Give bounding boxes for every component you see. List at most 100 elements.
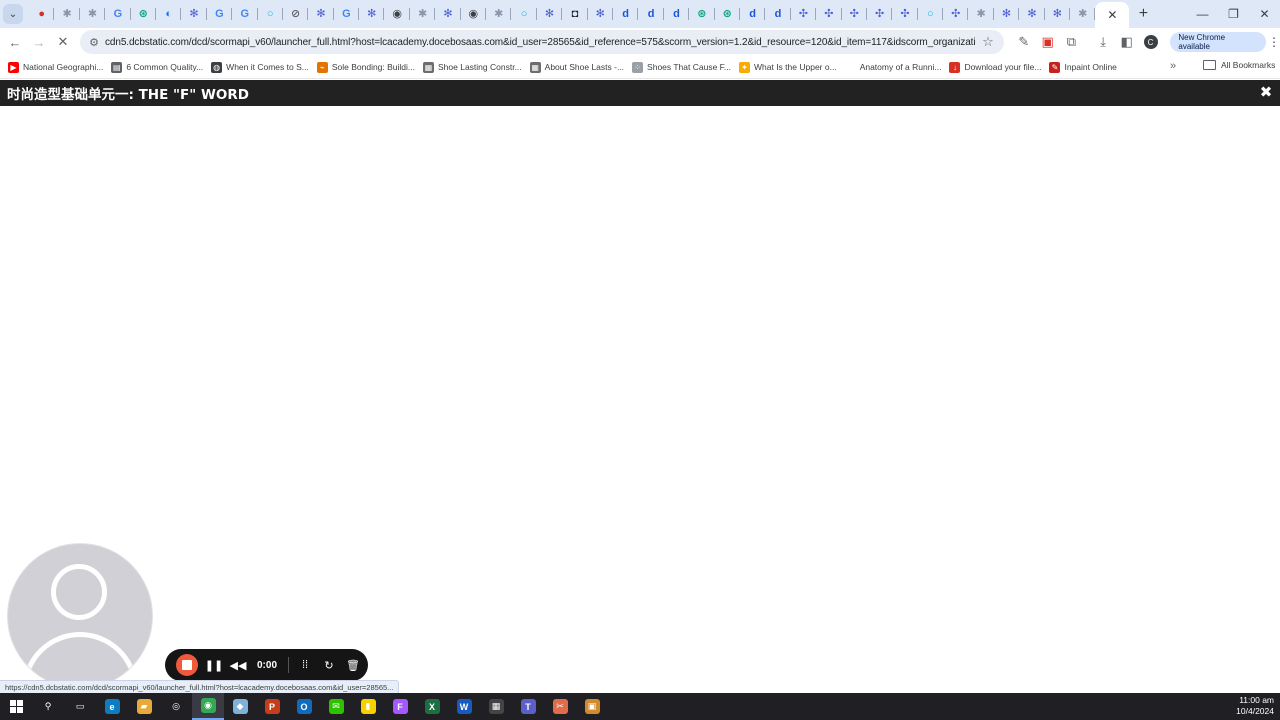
browser-tab[interactable]: ⊛ xyxy=(715,0,741,28)
all-bookmarks-button[interactable]: All Bookmarks xyxy=(1203,60,1275,70)
browser-tab[interactable]: ✣ xyxy=(842,0,868,28)
browser-tab[interactable]: G xyxy=(334,0,360,28)
stop-recording-button[interactable] xyxy=(176,654,198,676)
extensions-puzzle-icon[interactable]: ⧉ xyxy=(1059,30,1083,54)
active-tab[interactable]: ✕ xyxy=(1095,2,1130,28)
taskbar-app[interactable]: ◉ xyxy=(192,693,224,720)
new-tab-button[interactable]: + xyxy=(1129,5,1157,23)
taskbar-app[interactable]: e xyxy=(96,693,128,720)
browser-tab[interactable]: ✻ xyxy=(994,0,1020,28)
browser-tab[interactable]: d xyxy=(765,0,792,28)
browser-tab[interactable]: ○ xyxy=(258,0,284,28)
forward-button[interactable]: → xyxy=(27,30,51,54)
browser-tab[interactable]: ◐ xyxy=(156,0,182,28)
bookmark-item[interactable]: ▶ National Geographi... xyxy=(8,61,103,73)
browser-tab[interactable]: ✱ xyxy=(1070,0,1096,28)
browser-tab[interactable]: d xyxy=(740,0,766,28)
bookmark-star-icon[interactable]: ☆ xyxy=(976,34,1000,50)
taskbar-app[interactable]: ▭ xyxy=(64,693,96,720)
browser-tab[interactable]: G xyxy=(232,0,258,28)
restart-button[interactable]: ↻ xyxy=(317,653,341,677)
restore-button[interactable]: ❐ xyxy=(1218,0,1249,28)
taskbar-app[interactable]: ◆ xyxy=(224,693,256,720)
taskbar-app[interactable]: ▮ xyxy=(352,693,384,720)
browser-tab[interactable]: ◉ xyxy=(384,0,411,28)
profile-button[interactable]: C xyxy=(1139,30,1163,54)
taskbar-app[interactable]: ▦ xyxy=(480,693,512,720)
rewind-button[interactable]: ◀◀ xyxy=(226,653,250,677)
bookmark-item[interactable]: ↓ Download your file... xyxy=(949,61,1041,73)
browser-tab[interactable]: d xyxy=(638,0,665,28)
taskbar-app[interactable]: W xyxy=(448,693,480,720)
close-course-button[interactable]: ✖ xyxy=(1258,84,1274,101)
bookmark-item[interactable]: ◍ When it Comes to S... xyxy=(211,61,309,73)
extension-badge-icon[interactable]: ▣ xyxy=(1036,30,1060,54)
tab-search-button[interactable]: ⌄ xyxy=(3,4,23,24)
browser-tab[interactable]: ○ xyxy=(511,0,538,28)
bookmark-item[interactable]: ⁘ Shoes That Cause F... xyxy=(632,61,731,73)
back-button[interactable]: ← xyxy=(3,30,27,54)
webcam-preview[interactable] xyxy=(7,543,153,689)
browser-tab[interactable]: ⊘ xyxy=(283,0,309,28)
taskbar-app[interactable]: O xyxy=(288,693,320,720)
browser-tab[interactable]: ✱ xyxy=(968,0,995,28)
browser-tab[interactable]: ◉ xyxy=(461,0,487,28)
taskbar-app[interactable]: P xyxy=(256,693,288,720)
taskbar-app[interactable]: ⚲ xyxy=(32,693,64,720)
browser-tab[interactable]: ✱ xyxy=(54,0,81,28)
browser-tab[interactable]: ✻ xyxy=(537,0,563,28)
stop-loading-button[interactable]: ✕ xyxy=(51,30,75,54)
browser-tab[interactable]: ✱ xyxy=(410,0,436,28)
browser-tab[interactable]: ⊛ xyxy=(689,0,715,28)
bookmark-item[interactable]: Anatomy of a Runni... xyxy=(844,61,941,73)
bookmark-item[interactable]: ▤ 6 Common Quality... xyxy=(111,61,203,73)
bookmark-item[interactable]: ▦ Shoe Lasting Constr... xyxy=(423,61,522,73)
browser-tab[interactable]: ✻ xyxy=(1019,0,1046,28)
browser-tab[interactable]: ⊛ xyxy=(131,0,157,28)
browser-tab[interactable]: ✻ xyxy=(359,0,385,28)
taskbar-app[interactable]: ✉ xyxy=(320,693,352,720)
taskbar-app[interactable]: X xyxy=(416,693,448,720)
address-bar[interactable]: ⚙ cdn5.dcbstatic.com/dcd/scormapi_v60/la… xyxy=(80,30,1004,54)
taskbar-app[interactable]: ▣ xyxy=(576,693,608,720)
browser-tab[interactable]: ○ xyxy=(918,0,944,28)
bookmark-item[interactable]: ✦ What Is the Upper o... xyxy=(739,61,837,73)
browser-tab[interactable]: G xyxy=(105,0,131,28)
url-text[interactable]: cdn5.dcbstatic.com/dcd/scormapi_v60/laun… xyxy=(105,37,976,48)
pause-button[interactable]: ❚❚ xyxy=(202,653,226,677)
close-window-button[interactable]: ✕ xyxy=(1249,0,1280,28)
browser-tab[interactable]: ✣ xyxy=(791,0,817,28)
start-button[interactable] xyxy=(0,693,32,720)
system-clock[interactable]: 11:00 am 10/4/2024 xyxy=(1236,695,1274,717)
browser-tab[interactable]: ✻ xyxy=(435,0,462,28)
chrome-update-button[interactable]: New Chrome available xyxy=(1170,32,1266,52)
bookmark-item[interactable]: ⌁ Sole Bonding: Buildi... xyxy=(316,61,415,73)
taskbar-app[interactable]: ◎ xyxy=(160,693,192,720)
bookmark-item[interactable]: ✎ Inpaint Online xyxy=(1049,61,1117,73)
taskbar-app[interactable]: T xyxy=(512,693,544,720)
side-panel-icon[interactable]: ◧ xyxy=(1115,30,1139,54)
browser-tab[interactable]: G xyxy=(207,0,233,28)
taskbar-app[interactable]: F xyxy=(384,693,416,720)
browser-tab[interactable]: ✻ xyxy=(181,0,208,28)
browser-tab[interactable]: ✻ xyxy=(1045,0,1071,28)
browser-tab[interactable]: ✻ xyxy=(308,0,335,28)
browser-tab[interactable]: d xyxy=(664,0,690,28)
browser-tab[interactable]: d xyxy=(613,0,639,28)
downloads-icon[interactable]: ⤓ xyxy=(1091,30,1115,54)
browser-tab[interactable]: ◘ xyxy=(562,0,588,28)
close-tab-icon[interactable]: ✕ xyxy=(1107,8,1117,22)
bookmark-item[interactable]: ▦ About Shoe Lasts -... xyxy=(529,61,624,73)
more-menu-icon[interactable]: ⋮ xyxy=(1268,35,1280,49)
browser-tab[interactable]: ✣ xyxy=(892,0,919,28)
bookmarks-overflow-button[interactable]: » xyxy=(1170,60,1176,72)
taskbar-app[interactable]: ✂ xyxy=(544,693,576,720)
taskbar-app[interactable]: ▰ xyxy=(128,693,160,720)
delete-button[interactable]: 🗑 xyxy=(341,653,365,677)
browser-tab[interactable]: ✣ xyxy=(816,0,842,28)
browser-tab[interactable]: ● xyxy=(29,0,55,28)
minimize-button[interactable]: — xyxy=(1187,0,1218,28)
grid-button[interactable]: ⁞⁞ xyxy=(293,653,317,677)
extension-pen-icon[interactable]: ✎ xyxy=(1012,30,1036,54)
browser-tab[interactable]: ✻ xyxy=(588,0,614,28)
